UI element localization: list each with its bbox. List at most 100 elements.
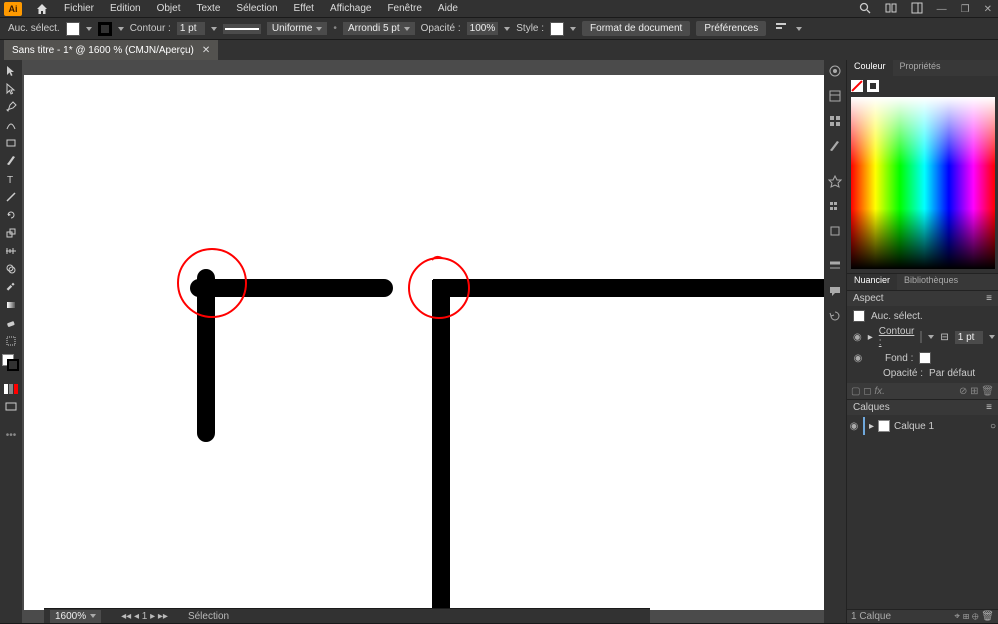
menu-selection[interactable]: Sélection (228, 3, 285, 14)
window-minimize[interactable]: — (935, 4, 949, 15)
scale-tool[interactable] (0, 224, 22, 242)
tab-close[interactable]: ✕ (202, 45, 210, 56)
workspace-icon[interactable] (909, 2, 925, 17)
layer-name[interactable]: Calque 1 (894, 421, 934, 432)
caret-icon[interactable]: ▸ (868, 332, 873, 343)
visibility-icon[interactable]: ◉ (853, 332, 862, 343)
panel-menu-icon[interactable]: ≡ (986, 402, 992, 413)
width-tool[interactable] (0, 242, 22, 260)
screen-mode[interactable] (0, 398, 22, 416)
trash-icon[interactable]: 🗑 (981, 611, 994, 622)
opacity-input[interactable]: 100% (467, 22, 499, 35)
stroke-profile-swatch[interactable] (223, 24, 261, 34)
artboard-tool[interactable] (0, 332, 22, 350)
chevron-down-icon[interactable] (570, 27, 576, 31)
trash-icon[interactable]: 🗑 (981, 386, 994, 397)
panel-menu-icon[interactable]: ≡ (986, 293, 992, 304)
stroke-swatch-panel[interactable] (867, 80, 879, 92)
stroke-panel-icon[interactable] (828, 259, 842, 276)
brushes-icon[interactable] (828, 139, 842, 156)
chevron-down-icon[interactable] (86, 27, 92, 31)
libraries-icon[interactable] (828, 89, 842, 106)
new-fill-icon[interactable]: ▢ (851, 386, 860, 397)
eraser-tool[interactable] (0, 314, 22, 332)
curvature-tool[interactable] (0, 116, 22, 134)
line-tool[interactable] (0, 188, 22, 206)
menu-texte[interactable]: Texte (189, 3, 229, 14)
menu-edition[interactable]: Edition (102, 3, 149, 14)
properties-icon[interactable] (828, 64, 842, 81)
corner-dropdown[interactable]: Arrondi 5 pt (343, 22, 415, 35)
contour-label[interactable]: Contour : (879, 326, 915, 348)
transform-icon[interactable] (828, 224, 842, 241)
symbols-icon[interactable] (828, 174, 842, 191)
align-panel-icon[interactable] (828, 199, 842, 216)
edit-toolbar[interactable]: ••• (0, 426, 22, 444)
search-icon[interactable] (857, 2, 873, 17)
chevron-down-icon[interactable] (118, 27, 124, 31)
new-sublayer-icon[interactable]: ⊞ (963, 611, 969, 622)
menu-fichier[interactable]: Fichier (56, 3, 102, 14)
color-mode[interactable] (0, 380, 22, 398)
menu-aide[interactable]: Aide (430, 3, 466, 14)
chevron-down-icon[interactable] (989, 335, 995, 339)
fill-swatch[interactable] (66, 22, 80, 36)
layer-row[interactable]: ◉ ▸ Calque 1 ○ (847, 417, 998, 435)
gradient-tool[interactable] (0, 296, 22, 314)
document-tab[interactable]: Sans titre - 1* @ 1600 % (CMJN/Aperçu) ✕ (4, 40, 218, 60)
fill-stroke-indicator[interactable] (2, 354, 20, 372)
menu-objet[interactable]: Objet (149, 3, 189, 14)
arrange-docs-icon[interactable] (883, 2, 899, 17)
zoom-input[interactable]: 1600% (50, 610, 101, 623)
window-close[interactable]: ✕ (982, 4, 994, 15)
style-swatch[interactable] (550, 22, 564, 36)
aspect-header[interactable]: Aspect (853, 293, 884, 304)
rotate-tool[interactable] (0, 206, 22, 224)
menu-affichage[interactable]: Affichage (322, 3, 380, 14)
rectangle-tool[interactable] (0, 134, 22, 152)
align-icon[interactable] (776, 21, 790, 36)
canvas-viewport[interactable]: 1600% ◂◂ ◂ 1 ▸ ▸▸ Sélection (22, 60, 824, 623)
direct-selection-tool[interactable] (0, 80, 22, 98)
brush-tool[interactable] (0, 152, 22, 170)
tab-couleur[interactable]: Couleur (847, 60, 893, 76)
duplicate-icon[interactable]: ⊞ (970, 386, 978, 397)
visibility-icon[interactable]: ◉ (849, 421, 859, 432)
target-icon[interactable]: ○ (990, 421, 996, 432)
stroke-weight-input[interactable]: 1 pt (177, 22, 205, 35)
chevron-down-icon[interactable] (211, 27, 217, 31)
home-button[interactable] (28, 3, 56, 15)
tab-bibliotheques[interactable]: Bibliothèques (897, 274, 965, 290)
clear-icon[interactable]: ⊘ (959, 386, 967, 397)
shapebuilder-tool[interactable] (0, 260, 22, 278)
eyedropper-tool[interactable] (0, 278, 22, 296)
fond-swatch[interactable] (919, 352, 931, 364)
tab-proprietes[interactable]: Propriétés (893, 60, 948, 76)
menu-effet[interactable]: Effet (286, 3, 322, 14)
history-icon[interactable] (828, 309, 842, 326)
window-maximize[interactable]: ❐ (959, 4, 972, 15)
visibility-icon[interactable]: ◉ (853, 353, 863, 364)
new-layer-icon[interactable]: ⊕ (972, 611, 979, 622)
stroke-swatch[interactable] (98, 22, 112, 36)
stepper-icon[interactable]: ⊟ (940, 332, 948, 343)
no-fill-swatch[interactable] (851, 80, 863, 92)
layers-header[interactable]: Calques (853, 402, 890, 413)
contour-weight[interactable]: 1 pt (955, 331, 983, 344)
artboard[interactable] (24, 75, 824, 610)
stroke-uniform-dropdown[interactable]: Uniforme (267, 22, 328, 35)
opacity-value[interactable]: Par défaut (929, 368, 975, 379)
contour-swatch[interactable] (920, 331, 922, 343)
chevron-down-icon[interactable] (928, 335, 934, 339)
fx-icon[interactable]: fx. (874, 386, 885, 397)
new-stroke-icon[interactable]: ◻ (863, 386, 871, 397)
swatches-icon[interactable] (828, 114, 842, 131)
comment-icon[interactable] (828, 284, 842, 301)
artboard-nav[interactable]: ◂◂ ◂ 1 ▸ ▸▸ (121, 611, 168, 622)
pen-tool[interactable] (0, 98, 22, 116)
locate-icon[interactable]: ⌖ (954, 611, 960, 622)
document-format-button[interactable]: Format de document (582, 21, 690, 36)
chevron-down-icon[interactable] (504, 27, 510, 31)
preferences-button[interactable]: Préférences (696, 21, 766, 36)
color-spectrum[interactable] (851, 97, 995, 269)
